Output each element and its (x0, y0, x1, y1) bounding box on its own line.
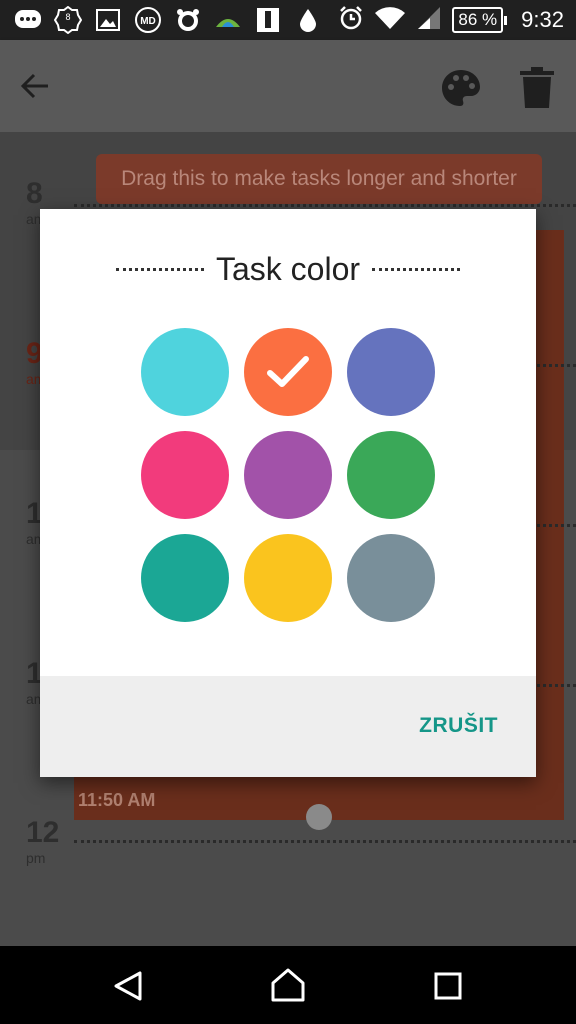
nav-recents-button[interactable] (434, 972, 462, 1000)
alarm-app-icon (174, 7, 202, 33)
title-decoration-left (115, 267, 204, 271)
wifi-icon (374, 5, 406, 36)
phone-icon (254, 7, 282, 33)
color-swatch-indigo[interactable] (347, 328, 435, 416)
hour-divider (74, 204, 576, 207)
hour-label: 12 pm (26, 816, 60, 866)
badge-8-icon: 8 (54, 6, 82, 34)
message-icon (14, 7, 42, 33)
hour-divider (74, 840, 576, 843)
clock: 9:32 (521, 7, 564, 32)
navigation-bar (0, 946, 576, 1024)
delete-button[interactable] (518, 66, 556, 110)
task-color-dialog: Task color ZRUŠIT (40, 209, 536, 777)
color-swatch-grid (141, 328, 435, 622)
cancel-button[interactable]: ZRUŠIT (419, 714, 498, 738)
task-end-time: 11:50 AM (78, 790, 156, 810)
back-button[interactable] (18, 68, 54, 104)
nav-back-button[interactable] (112, 970, 144, 1002)
palette-button[interactable] (440, 68, 482, 108)
svg-text:8: 8 (65, 12, 70, 22)
checkmark-icon (267, 356, 309, 387)
color-swatch-pink[interactable] (141, 431, 229, 519)
dialog-title: Task color (215, 250, 361, 287)
resize-handle[interactable] (306, 804, 332, 830)
color-swatch-orange[interactable] (244, 328, 332, 416)
title-decoration-right (372, 267, 461, 271)
system-status: 86 % 9:32 (338, 0, 564, 40)
color-swatch-blue-grey[interactable] (347, 534, 435, 622)
battery-indicator: 86 % (452, 7, 507, 33)
arrow-left-icon (20, 73, 48, 99)
nav-recents-icon (434, 972, 462, 1000)
nav-home-button[interactable] (270, 968, 306, 1002)
palette-icon (442, 70, 480, 106)
color-swatch-teal[interactable] (141, 534, 229, 622)
alarm-clock-icon (338, 5, 364, 36)
svg-text:MD: MD (140, 16, 156, 27)
nav-home-icon (271, 968, 305, 1002)
drag-hint-tooltip: Drag this to make tasks longer and short… (96, 154, 542, 204)
nav-back-icon (114, 971, 142, 1001)
image-icon (94, 7, 122, 33)
notification-icons: 8 MD (14, 5, 322, 35)
drop-icon (294, 7, 322, 33)
color-swatch-cyan[interactable] (141, 328, 229, 416)
trash-icon (520, 67, 554, 108)
dialog-header: Task color (40, 249, 536, 289)
dialog-footer: ZRUŠIT (40, 676, 536, 777)
color-swatch-purple[interactable] (244, 431, 332, 519)
color-swatch-yellow[interactable] (244, 534, 332, 622)
status-bar: 8 MD 86 % 9:32 (0, 0, 576, 40)
weather-icon (214, 7, 242, 33)
app-bar (0, 40, 576, 132)
color-swatch-green[interactable] (347, 431, 435, 519)
signal-icon (416, 5, 442, 36)
md-app-icon: MD (134, 7, 162, 33)
